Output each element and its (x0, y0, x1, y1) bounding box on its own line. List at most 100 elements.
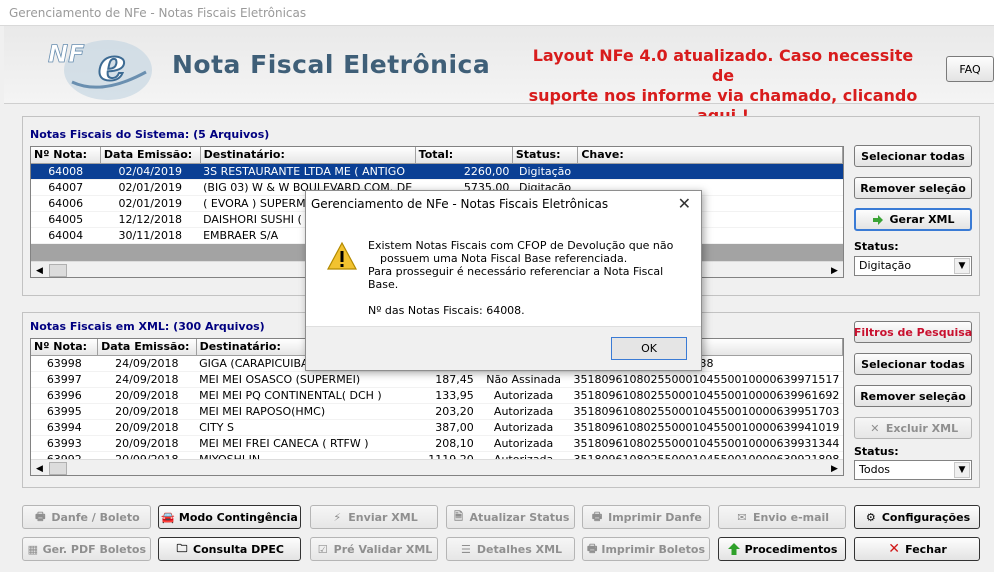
scroll-thumb[interactable] (49, 462, 67, 475)
system-status-select[interactable]: Digitação ▼ (854, 256, 972, 276)
column-header[interactable]: Status: (512, 147, 579, 164)
xml-status-select[interactable]: Todos ▼ (854, 460, 972, 480)
table-cell: 24/09/2018 (97, 371, 197, 388)
dialog-message-line-2: possuem uma Nota Fiscal Base referenciad… (380, 252, 628, 265)
email-icon: ✉ (737, 510, 747, 524)
column-header[interactable]: Data Emissão: (97, 339, 197, 356)
support-notice-link[interactable]: Layout NFe 4.0 atualizado. Caso necessit… (526, 46, 920, 126)
send-xml-label: Enviar XML (348, 510, 418, 524)
pdf-icon: ▦ (27, 542, 38, 556)
svg-text:NF: NF (48, 40, 85, 68)
faq-button[interactable]: FAQ (946, 56, 994, 82)
scroll-left-icon[interactable]: ◀ (32, 461, 47, 475)
table-cell: 12/12/2018 (100, 211, 201, 228)
table-row[interactable]: 64008 02/04/2019 3S RESTAURANTE LTDA ME ( … (31, 163, 843, 180)
generate-xml-button[interactable]: Gerar XML (854, 208, 972, 231)
ok-button[interactable]: OK (611, 337, 687, 360)
table-row[interactable]: 63993 20/09/2018 MEI MEI FREI CANECA ( RTF… (31, 435, 843, 452)
dialog-message: Existem Notas Fiscais com CFOP de Devolu… (368, 239, 688, 317)
contingency-mode-button[interactable]: 🚘 Modo Contingência (158, 505, 301, 529)
table-cell: Autorizada (476, 419, 571, 436)
close-x-icon: ✕ (870, 421, 880, 435)
generate-xml-label: Gerar XML (889, 213, 955, 226)
table-cell: 35180961080255000104550010000639961692 (570, 387, 843, 404)
table-row[interactable]: 63997 24/09/2018 MEI MEI OSASCO (SUPERMEI)… (31, 371, 843, 388)
app-title: Nota Fiscal Eletrônica (172, 50, 491, 79)
table-row[interactable]: 63996 20/09/2018 MEI MEI PQ CONTINENTAL( D… (31, 387, 843, 404)
table-cell: 64008 (31, 163, 101, 180)
table-cell: 02/04/2019 (100, 163, 201, 180)
dialog-message-line-3: Para prosseguir é necessário referenciar… (368, 265, 664, 291)
xml-select-all-button[interactable]: Selecionar todas (854, 353, 972, 375)
car-icon: 🚘 (161, 510, 175, 524)
update-status-button[interactable]: 🗎 Atualizar Status (446, 505, 575, 529)
notice-line-1: Layout NFe 4.0 atualizado. Caso necessit… (532, 46, 914, 85)
send-xml-button[interactable]: ⚡ Enviar XML (310, 505, 438, 529)
table-row[interactable]: 63994 20/09/2018 CITY S 387,00 Autorizada 351… (31, 419, 843, 436)
chevron-down-icon: ▼ (954, 258, 970, 274)
generate-pdf-boletos-label: Ger. PDF Boletos (42, 542, 146, 556)
print-boletos-button[interactable]: 🖶 Imprimir Boletos (582, 537, 710, 561)
nfe-logo: NF e (42, 32, 162, 102)
table-cell: 35180961080255000104550010000639941019 (570, 419, 843, 436)
table-cell: MEI MEI OSASCO (SUPERMEI) (196, 371, 393, 388)
column-header[interactable]: Destinatário: (200, 147, 416, 164)
table-row[interactable]: 63995 20/09/2018 MEI MEI RAPOSO(HMC) 203,20… (31, 403, 843, 420)
settings-label: Configurações (881, 510, 971, 524)
table-cell: MEI MEI PQ CONTINENTAL( DCH ) (196, 387, 393, 404)
table-cell: 20/09/2018 (97, 403, 197, 420)
procedures-button[interactable]: Procedimentos (718, 537, 846, 561)
send-email-button[interactable]: ✉ Envio e-mail (718, 505, 846, 529)
table-cell: 187,45 (392, 371, 477, 388)
remove-selection-button[interactable]: Remover seleção (854, 177, 972, 199)
column-header[interactable]: Data Emissão: (100, 147, 201, 164)
window-title: Gerenciamento de NFe - Notas Fiscais Ele… (9, 6, 307, 20)
column-header[interactable]: Nº Nota: (31, 147, 101, 164)
dialog-title: Gerenciamento de NFe - Notas Fiscais Ele… (311, 197, 609, 211)
search-filters-button[interactable]: Filtros de Pesquisa (854, 321, 972, 343)
scroll-right-icon[interactable]: ▶ (827, 263, 842, 277)
system-status-label: Status: (854, 240, 899, 253)
danfe-boleto-button[interactable]: 🖶 Danfe / Boleto (22, 505, 151, 529)
close-icon[interactable]: ✕ (678, 194, 691, 213)
table-cell: MEI MEI RAPOSO(HMC) (196, 403, 393, 420)
warning-dialog: Gerenciamento de NFe - Notas Fiscais Ele… (305, 190, 702, 371)
table-cell: 63995 (31, 403, 98, 420)
column-header[interactable]: Total: (415, 147, 513, 164)
table-cell: 133,95 (392, 387, 477, 404)
table-cell: 64004 (31, 227, 101, 244)
table-cell: 63997 (31, 371, 98, 388)
pre-validate-xml-button[interactable]: ☑ Pré Validar XML (310, 537, 438, 561)
table-cell: 63998 (31, 355, 98, 372)
scroll-thumb[interactable] (49, 264, 67, 277)
consult-dpec-label: Consulta DPEC (193, 542, 284, 556)
xml-remove-selection-button[interactable]: Remover seleção (854, 385, 972, 407)
consult-dpec-button[interactable]: 🗀 Consulta DPEC (158, 537, 301, 561)
dialog-footer: OK (306, 326, 701, 370)
dialog-message-line-4: Nº das Notas Fiscais: 64008. (368, 304, 525, 317)
settings-button[interactable]: ⚙ Configurações (854, 505, 980, 529)
list-icon: ☰ (460, 542, 471, 556)
table-cell: 203,20 (392, 403, 477, 420)
table-cell: 20/09/2018 (97, 435, 197, 452)
danfe-boleto-label: Danfe / Boleto (51, 510, 140, 524)
generate-pdf-boletos-button[interactable]: ▦ Ger. PDF Boletos (22, 537, 151, 561)
table-cell: Autorizada (476, 403, 571, 420)
column-header[interactable]: Nº Nota: (31, 339, 99, 356)
table-cell: Autorizada (476, 435, 571, 452)
xml-details-button[interactable]: ☰ Detalhes XML (446, 537, 575, 561)
scroll-right-icon[interactable]: ▶ (827, 461, 842, 475)
print-danfe-button[interactable]: 🖶 Imprimir Danfe (582, 505, 710, 529)
printer-icon: 🖶 (35, 509, 46, 523)
printer-icon: 🖶 (591, 509, 603, 523)
delete-xml-button[interactable]: ✕ Excluir XML (854, 417, 972, 439)
scroll-left-icon[interactable]: ◀ (32, 263, 47, 277)
column-header[interactable]: Chave: (577, 147, 843, 164)
xml-status-label: Status: (854, 445, 899, 458)
xml-grid-hscroll[interactable]: ◀ ▶ (31, 459, 843, 475)
close-button[interactable]: ✕ Fechar (854, 537, 980, 561)
table-cell: 35180961080255000104550010000639971517 (570, 371, 843, 388)
table-cell: 63993 (31, 435, 98, 452)
table-cell: 2260,00 (415, 163, 513, 180)
select-all-button[interactable]: Selecionar todas (854, 145, 972, 167)
